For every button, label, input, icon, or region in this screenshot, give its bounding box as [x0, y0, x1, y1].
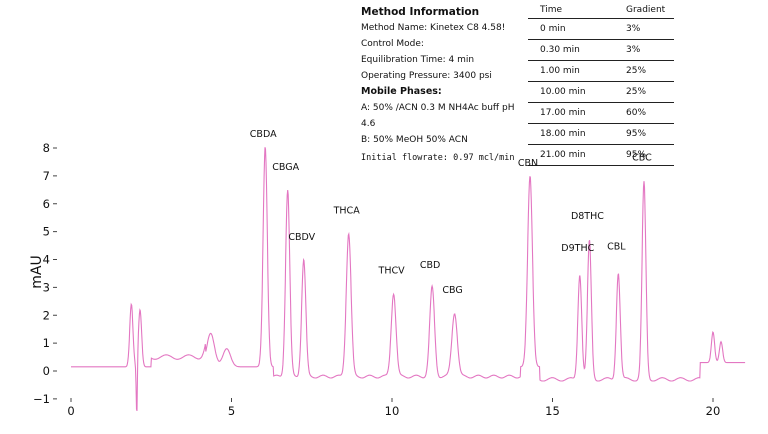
peak-label: CBGA	[272, 162, 299, 173]
y-tick-label: 5	[43, 225, 50, 239]
x-tick-label: 20	[706, 404, 721, 418]
x-tick-label: 15	[545, 404, 560, 418]
y-tick-label: −1	[33, 392, 50, 406]
peak-label: CBD	[420, 260, 440, 271]
y-tick-label: 2	[43, 308, 50, 322]
y-tick-label: 6	[43, 197, 50, 211]
peak-label: THCA	[333, 205, 361, 216]
x-tick-label: 10	[385, 404, 400, 418]
chromatogram-trace	[71, 147, 746, 412]
y-tick-label: 1	[43, 336, 50, 350]
y-tick-label: 0	[43, 364, 50, 378]
y-tick-label: 7	[43, 169, 50, 183]
peak-label: CBDA	[250, 129, 277, 140]
peak-label: CBDV	[288, 232, 315, 243]
y-axis-title: mAU	[29, 255, 45, 288]
chromatogram-chart: −10123456780 5 10 15 20 CBDACBGACBDVTHCATHCV…	[29, 129, 746, 418]
peak-label: CBC	[632, 152, 652, 163]
peak-label: D8THC	[571, 211, 604, 222]
peak-label: CBL	[607, 242, 626, 253]
x-tick-label: 5	[228, 404, 235, 418]
x-tick-label: 0	[67, 404, 74, 418]
y-tick-label: 8	[43, 141, 50, 155]
peak-label: THCV	[378, 265, 406, 276]
peak-labels: CBDA CBGA CBDV THCA THCV CBD CBG CBN D9THC D8THC C…	[250, 129, 652, 296]
peak-label: D9THC	[561, 243, 594, 254]
peak-label: CBN	[518, 158, 538, 169]
peak-label: CBG	[442, 285, 462, 296]
